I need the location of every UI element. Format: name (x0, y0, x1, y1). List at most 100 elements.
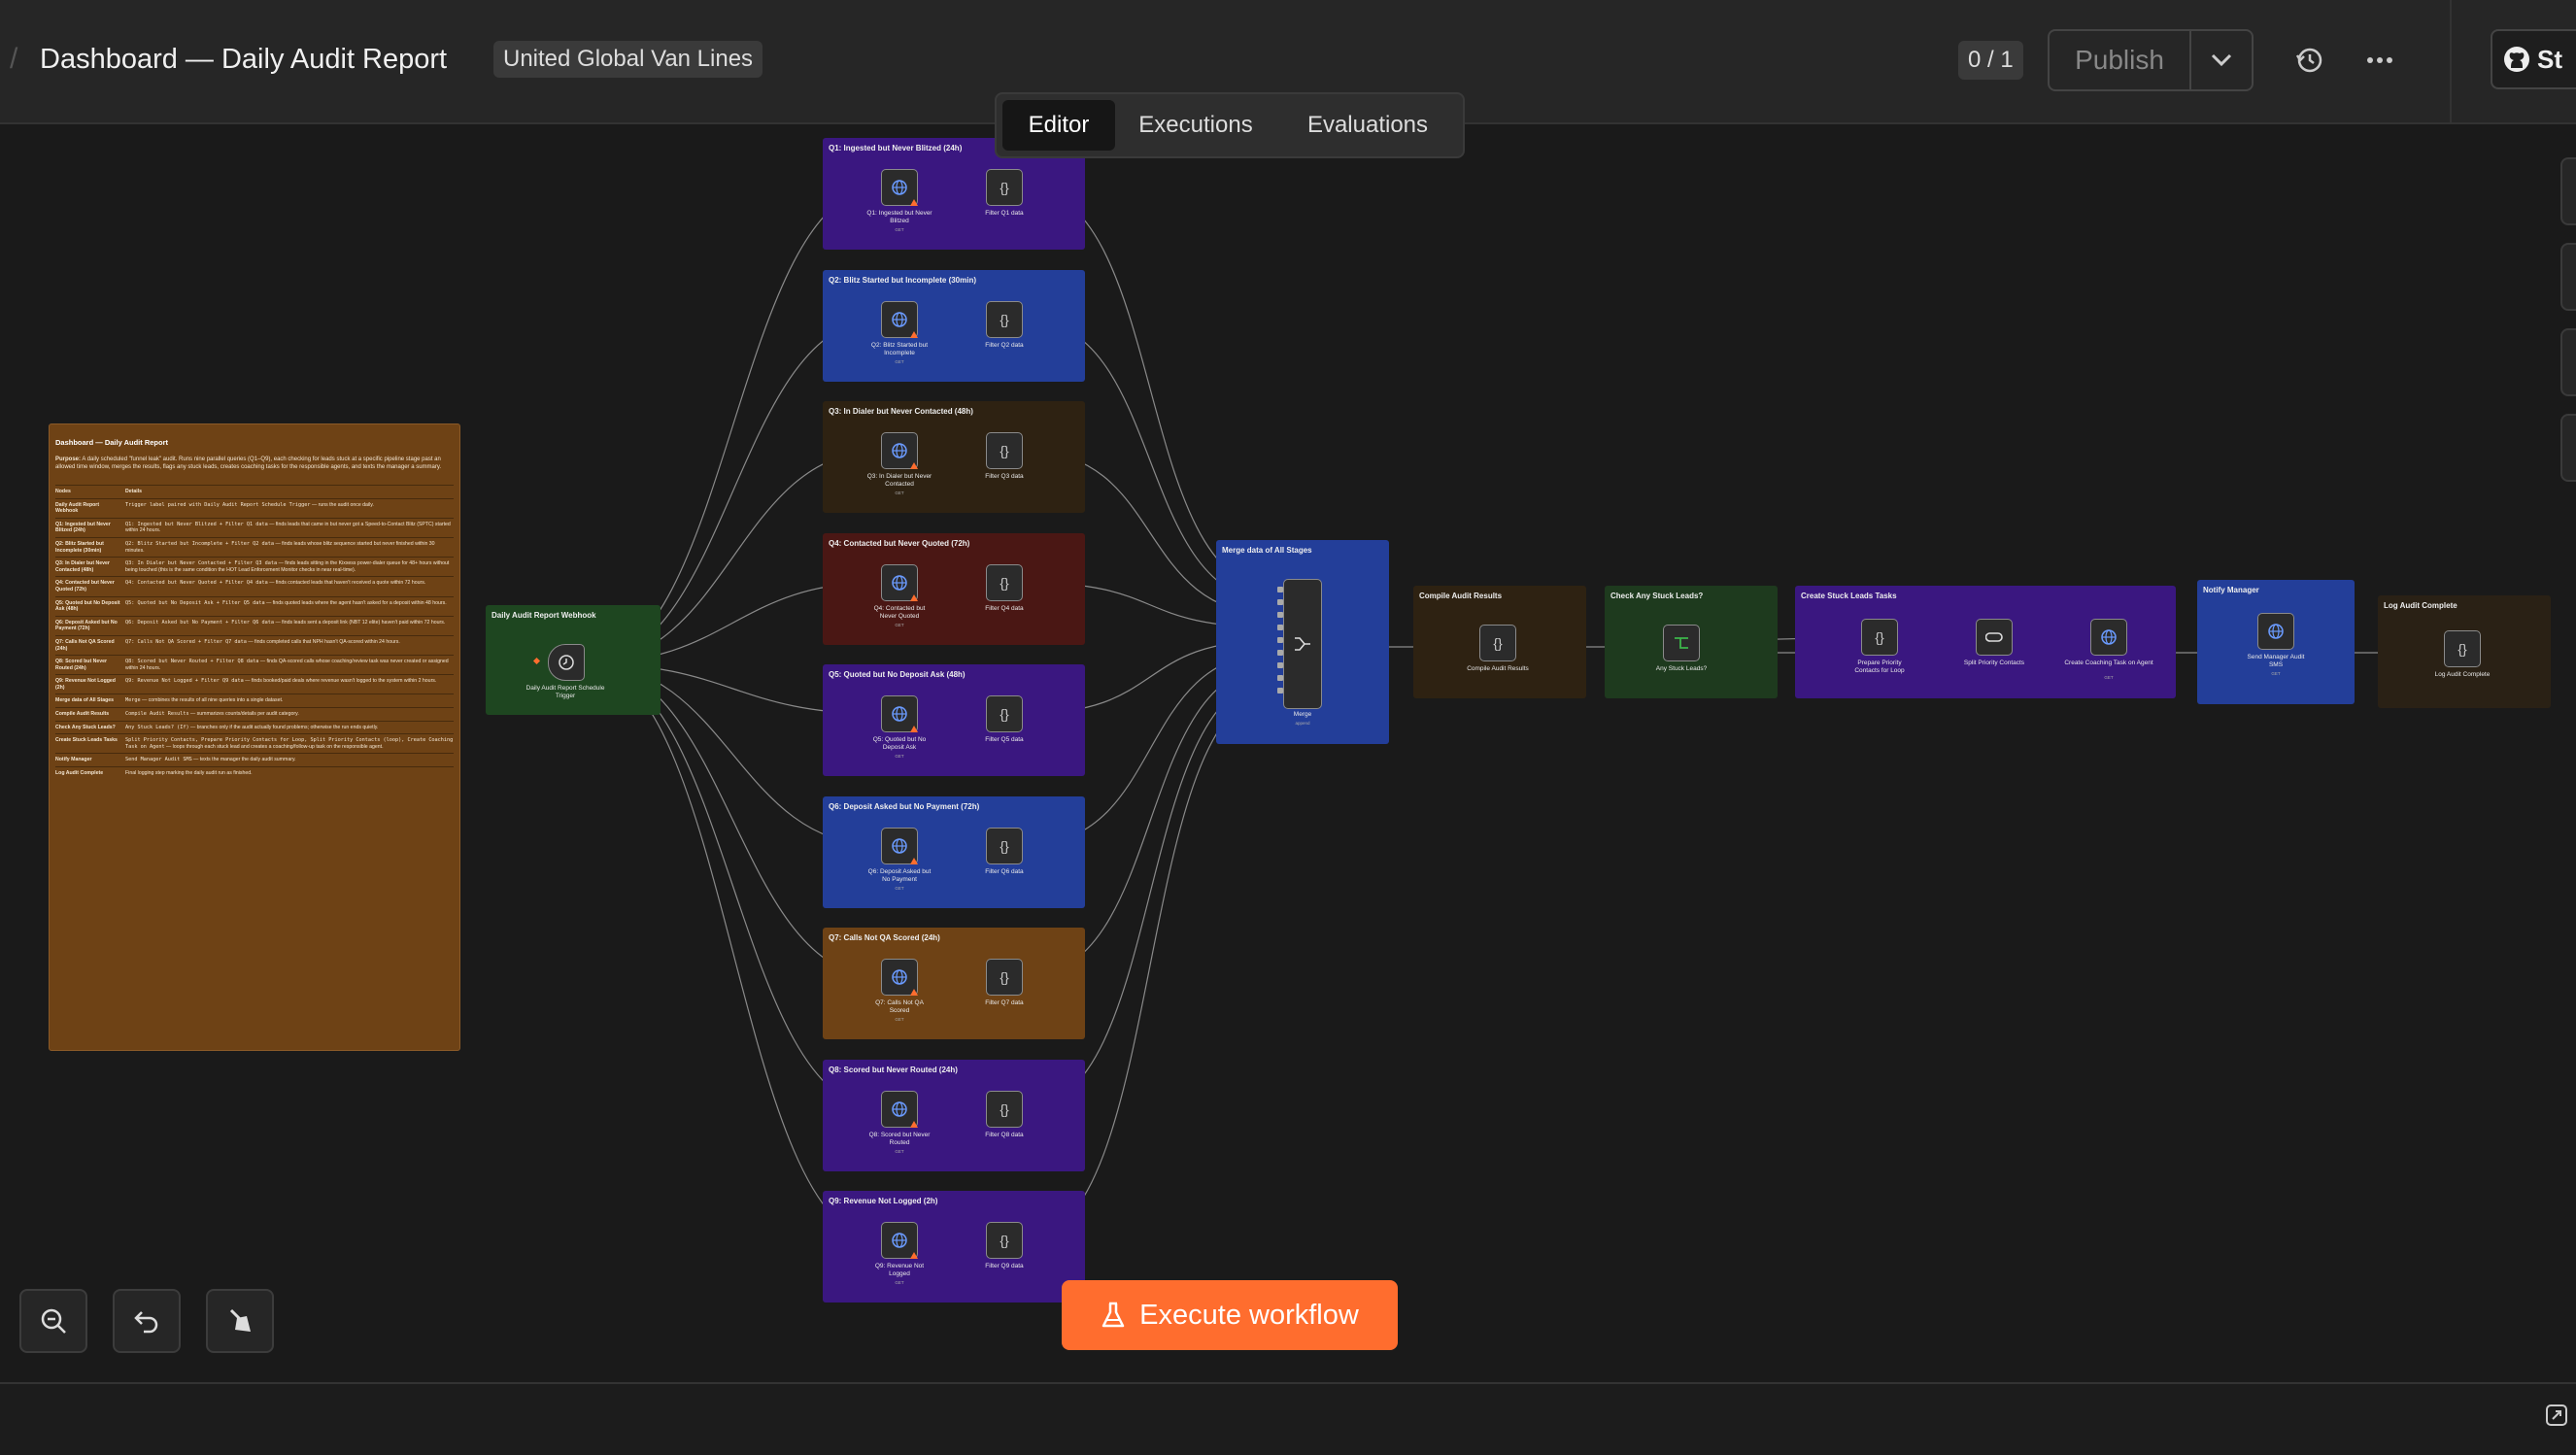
group-query-2[interactable]: Q2: Blitz Started but Incomplete (30min)… (823, 269, 1085, 382)
filter-data-node[interactable]: {} (986, 695, 1023, 732)
http-request-node[interactable] (881, 695, 918, 732)
tab-evaluations[interactable]: Evaluations (1280, 100, 1455, 151)
merge-input-port[interactable] (1277, 688, 1283, 694)
history-icon (2295, 48, 2322, 73)
compile-audit-node[interactable]: {} (1479, 625, 1516, 661)
trigger-indicator-icon (532, 657, 541, 665)
filter-data-node[interactable]: {} (986, 827, 1023, 864)
http-request-node[interactable] (881, 959, 918, 996)
filter-data-node[interactable]: {} (986, 432, 1023, 469)
notes-row-text: — summarizes counts/details per audit ca… (188, 711, 299, 718)
notes-row-node: Q8: Scored but Never Routed (24h) (55, 659, 108, 671)
group-log-audit-complete[interactable]: Log Audit Complete {} Log Audit Complete (2378, 595, 2551, 708)
http-request-node[interactable] (881, 432, 918, 469)
filter-data-node[interactable]: {} (986, 1222, 1023, 1259)
group-merge-all-stages[interactable]: Merge data of All Stages Merge append (1216, 540, 1389, 744)
merge-input-port[interactable] (1277, 612, 1283, 618)
zoom-out-button[interactable] (19, 1289, 87, 1353)
more-options-button[interactable] (2358, 39, 2401, 82)
http-request-node[interactable] (881, 300, 918, 338)
create-coaching-task-node[interactable] (2090, 619, 2127, 656)
group-notify-manager[interactable]: Notify Manager Send Manager Audit SMS GE… (2197, 580, 2355, 704)
globe-icon (892, 706, 907, 722)
github-star-button[interactable]: St (2491, 29, 2576, 89)
group-query-9[interactable]: Q9: Revenue Not Logged (2h) Q9: Revenue N… (823, 1191, 1085, 1303)
group-compile-audit-results[interactable]: Compile Audit Results {} Compile Audit R… (1413, 586, 1586, 698)
undo-button[interactable] (113, 1289, 181, 1353)
group-title: Q6: Deposit Asked but No Payment (72h) (829, 801, 980, 811)
breadcrumb-separator: / (10, 43, 18, 75)
filter-data-node[interactable]: {} (986, 300, 1023, 338)
http-request-node[interactable] (881, 1222, 918, 1259)
notes-row-detail: Q2: Blitz Started but Incomplete + Filte… (125, 541, 454, 554)
merge-input-port[interactable] (1277, 599, 1283, 605)
notes-row: Q3: In Dialer but Never Contacted (48h) Q… (55, 557, 454, 576)
tab-editor[interactable]: Editor (1002, 100, 1115, 151)
notes-row-node: Compile Audit Results (55, 711, 110, 718)
notes-row: Q4: Contacted but Never Quoted (72h) Q4: … (55, 576, 454, 595)
group-create-stuck-leads-tasks[interactable]: Create Stuck Leads Tasks {} Prepare Prio… (1795, 586, 2176, 698)
publish-button[interactable]: Publish (2048, 29, 2191, 91)
tab-executions[interactable]: Executions (1123, 100, 1269, 151)
workflow-canvas[interactable]: Dashboard — Daily Audit Report Purpose: … (0, 124, 2576, 1382)
zoom-out-icon (41, 1308, 66, 1334)
expand-panel-button[interactable] (2545, 1404, 2570, 1429)
workflow-notes-sticky[interactable]: Dashboard — Daily Audit Report Purpose: … (49, 423, 460, 1051)
send-manager-sms-node[interactable] (2257, 613, 2294, 650)
history-button[interactable] (2288, 39, 2331, 82)
project-tag-label: United Global Van Lines (503, 46, 754, 72)
notes-row-text: — finds leads sent a deposit link (NBT 1… (274, 619, 446, 626)
code-braces-icon: {} (2457, 641, 2467, 657)
http-request-node[interactable] (881, 169, 918, 206)
publish-dropdown-button[interactable] (2189, 29, 2254, 91)
merge-input-port[interactable] (1277, 637, 1283, 643)
execute-workflow-button[interactable]: Execute workflow (1062, 1280, 1398, 1350)
filter-data-node[interactable]: {} (986, 1090, 1023, 1128)
group-query-4[interactable]: Q4: Contacted but Never Quoted (72h) Q4: … (823, 532, 1085, 645)
filter-data-label: Filter Q4 data (985, 604, 1024, 612)
create-coaching-task-method: GET (2104, 675, 2114, 680)
notes-row-code: Q6: Deposit Asked but No Payment + Filte… (125, 619, 275, 626)
group-query-6[interactable]: Q6: Deposit Asked but No Payment (72h) Q6… (823, 795, 1085, 908)
warning-icon (910, 462, 918, 469)
globe-icon (2101, 629, 2117, 645)
tidy-up-button[interactable] (206, 1289, 274, 1353)
prepare-priority-contacts-label: Prepare Priority Contacts for Loop (1854, 660, 1905, 674)
side-panel-tab[interactable] (2560, 157, 2576, 225)
notes-title: Dashboard — Daily Audit Report (55, 438, 168, 447)
http-request-node[interactable] (881, 827, 918, 864)
workflow-title[interactable]: Dashboard — Daily Audit Report (40, 44, 447, 76)
http-request-node[interactable] (881, 563, 918, 601)
log-audit-complete-node[interactable]: {} (2444, 630, 2481, 667)
any-stuck-leads-node[interactable] (1663, 625, 1700, 661)
group-query-7[interactable]: Q7: Calls Not QA Scored (24h) Q7: Calls N… (823, 928, 1085, 1039)
merge-input-port[interactable] (1277, 650, 1283, 656)
notes-row-node: Q2: Blitz Started but Incomplete (30min) (55, 540, 104, 554)
notes-row-code: Send Manager Audit SMS (125, 757, 192, 763)
group-query-5[interactable]: Q5: Quoted but No Deposit Ask (48h) Q5: Q… (823, 664, 1085, 776)
filter-data-node[interactable]: {} (986, 959, 1023, 996)
side-panel-tab[interactable] (2560, 414, 2576, 482)
split-priority-contacts-node[interactable] (1976, 619, 2013, 656)
group-daily-audit-webhook[interactable]: Daily Audit Report Webhook Daily Audit R… (486, 605, 661, 715)
group-check-stuck-leads[interactable]: Check Any Stuck Leads? Any Stuck Leads? (1605, 586, 1778, 698)
globe-icon (892, 1233, 907, 1248)
schedule-trigger-node[interactable] (548, 644, 585, 681)
filter-data-node[interactable]: {} (986, 169, 1023, 206)
merge-node[interactable] (1283, 579, 1322, 709)
merge-input-port[interactable] (1277, 625, 1283, 630)
http-request-node[interactable] (881, 1090, 918, 1128)
filter-data-node[interactable]: {} (986, 563, 1023, 601)
side-panel-tab[interactable] (2560, 243, 2576, 311)
notes-col-details: Details (125, 489, 143, 494)
notes-purpose-text: A daily scheduled "funnel leak" audit. R… (55, 457, 442, 470)
merge-input-port[interactable] (1277, 675, 1283, 681)
merge-input-port[interactable] (1277, 587, 1283, 592)
prepare-priority-contacts-node[interactable]: {} (1861, 619, 1898, 656)
project-tag[interactable]: United Global Van Lines (493, 41, 763, 78)
group-query-8[interactable]: Q8: Scored but Never Routed (24h) Q8: Sco… (823, 1059, 1085, 1171)
group-query-3[interactable]: Q3: In Dialer but Never Contacted (48h) Q… (823, 401, 1085, 513)
side-panel-tab[interactable] (2560, 328, 2576, 396)
merge-input-port[interactable] (1277, 662, 1283, 668)
notes-row-detail: Any Stuck Leads? (If) — branches only if… (125, 725, 454, 731)
